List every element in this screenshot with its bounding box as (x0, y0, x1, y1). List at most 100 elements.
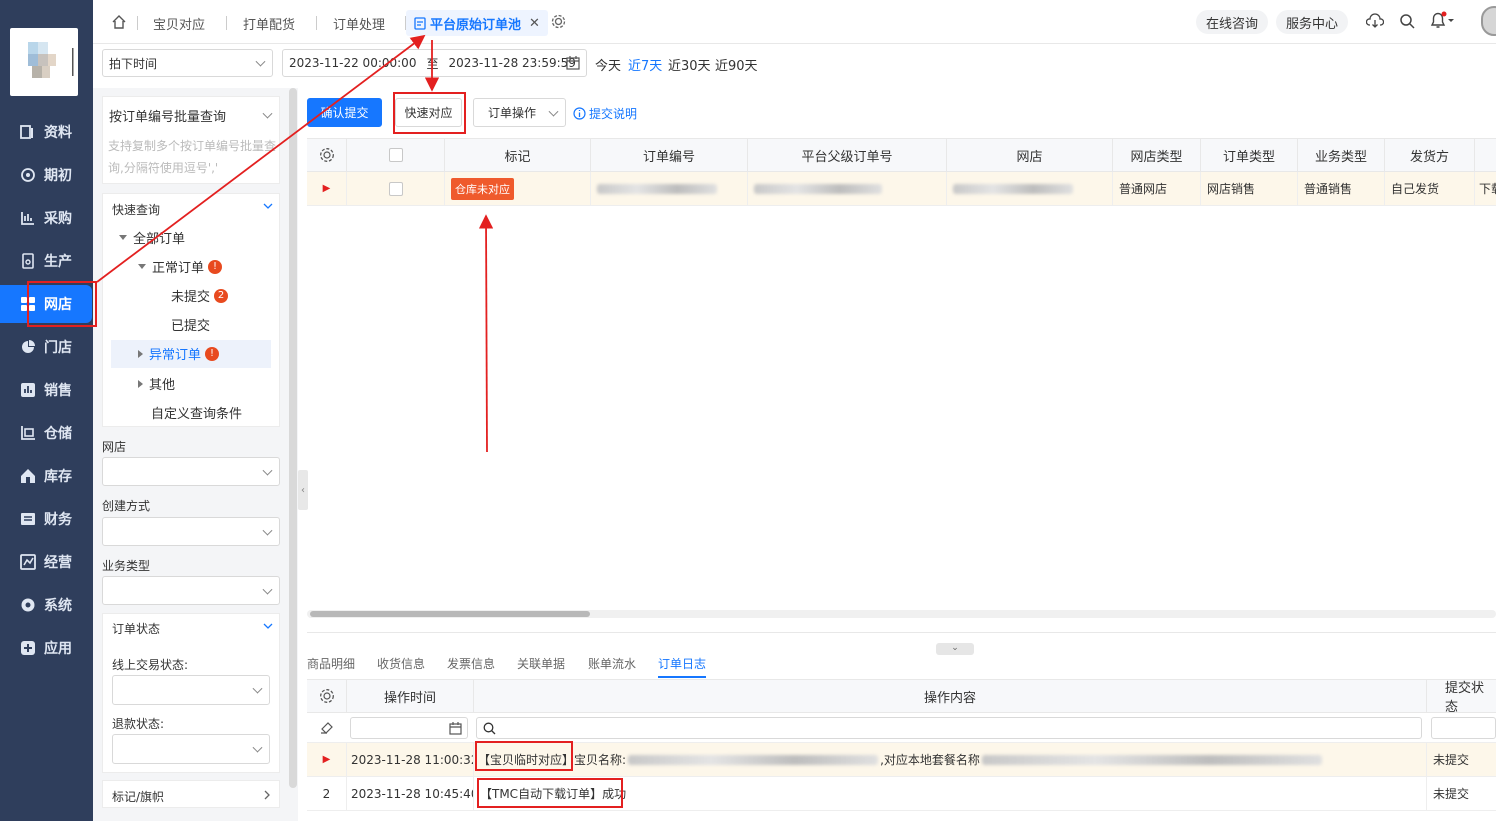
sidebar-item-10[interactable]: 经营 (0, 543, 93, 581)
col-header-biz-type[interactable]: 业务类型 (1298, 138, 1385, 172)
tree-submitted[interactable]: 已提交 (171, 315, 210, 334)
flag-panel[interactable]: 标记/旗帜 (102, 780, 280, 808)
sidebar-item-0[interactable]: 资料 (0, 113, 93, 151)
range-separator: 至 (426, 56, 439, 71)
col-header-shop-type[interactable]: 网店类型 (1113, 138, 1201, 172)
sidebar-item-2[interactable]: 采购 (0, 199, 93, 237)
tree-abnormal-orders[interactable]: 异常订单! (138, 344, 220, 363)
gear-icon[interactable] (319, 688, 335, 704)
sidebar-item-6[interactable]: 销售 (0, 371, 93, 409)
collapse-panel-handle[interactable]: ‹ (298, 470, 308, 510)
sidebar-item-11[interactable]: 系统 (0, 586, 93, 624)
split-collapse-handle[interactable]: ⌄ (936, 643, 974, 655)
create-method-select[interactable] (102, 517, 280, 546)
sidebar-item-8[interactable]: 库存 (0, 457, 93, 495)
log-col-time[interactable]: 操作时间 (347, 679, 474, 713)
log-tag: 【宝贝临时对应】 (478, 753, 575, 767)
shop-select[interactable] (102, 457, 280, 486)
search-icon[interactable] (1399, 13, 1415, 29)
row-checkbox-cell[interactable] (347, 172, 445, 205)
select-all-checkbox[interactable] (388, 148, 403, 162)
log-status-filter[interactable] (1431, 717, 1496, 739)
quick-today[interactable]: 今天 (595, 55, 621, 74)
mark-cell: 仓库未对应 (445, 172, 591, 205)
col-header-parent-order[interactable]: 平台父级订单号 (748, 138, 947, 172)
avatar[interactable] (1481, 6, 1496, 36)
order-ops-dropdown[interactable]: 订单操作 (473, 98, 566, 127)
sidebar-item-5[interactable]: 门店 (0, 328, 93, 366)
bar-chart-icon (20, 382, 36, 398)
col-header-mark[interactable]: 标记 (445, 138, 591, 172)
close-icon[interactable]: ✕ (529, 16, 540, 31)
shop-filter-label: 网店 (102, 440, 127, 454)
tree-custom-query[interactable]: 自定义查询条件 (151, 403, 242, 422)
overflow-cell: 下载 (1479, 182, 1496, 196)
batch-query-input[interactable]: 支持复制多个按订单编号批量查询,分隔符使用逗号',' (108, 135, 278, 179)
row-indicator-icon: ▶ (307, 172, 347, 205)
tab-order-process[interactable]: 订单处理 (333, 10, 385, 36)
date-range-picker[interactable]: 2023-11-22 00:00:00 至 2023-11-28 23:59:5… (282, 49, 587, 77)
online-consult-button[interactable]: 在线咨询 (1196, 10, 1269, 34)
col-header-shipper[interactable]: 发货方 (1385, 138, 1475, 172)
col-header-order-type[interactable]: 订单类型 (1201, 138, 1298, 172)
trade-status-select[interactable] (112, 675, 270, 705)
time-type-select[interactable]: 拍下时间 (102, 49, 273, 77)
grid-settings-cell[interactable] (307, 138, 347, 172)
chevron-up-icon[interactable] (263, 203, 273, 210)
tree-normal-orders[interactable]: 正常订单! (138, 257, 223, 276)
left-panel-scrollbar[interactable] (289, 88, 297, 788)
sidebar-item-3[interactable]: 生产 (0, 242, 93, 280)
select-all-cell[interactable] (347, 138, 445, 172)
tab-raw-order-pool[interactable]: 平台原始订单池 ✕ (406, 10, 548, 36)
confirm-submit-button[interactable]: 确认提交 (307, 98, 382, 127)
parent-order-cell (748, 172, 947, 205)
tab-billing[interactable]: 账单流水 (588, 655, 636, 672)
quick-7-days[interactable]: 近7天 (628, 55, 662, 74)
cloud-download-icon[interactable] (1366, 13, 1384, 29)
sidebar-item-9[interactable]: 财务 (0, 500, 93, 538)
log-col-content[interactable]: 操作内容 (474, 679, 1427, 713)
tab-pick-pack[interactable]: 打单配货 (243, 10, 295, 36)
redacted-package-name (981, 754, 1322, 765)
tab-invoice[interactable]: 发票信息 (447, 655, 495, 672)
biz-type-select[interactable] (102, 576, 280, 605)
log-content-filter[interactable] (476, 717, 1422, 739)
service-center-button[interactable]: 服务中心 (1276, 10, 1349, 34)
tree-all-orders[interactable]: 全部订单 (119, 228, 185, 247)
home-icon[interactable] (111, 14, 127, 30)
chevron-up-icon[interactable] (263, 623, 273, 630)
submit-help-link[interactable]: 提交说明 (573, 105, 637, 122)
col-header-shop[interactable]: 网店 (947, 138, 1113, 172)
tab-item-detail[interactable]: 商品明细 (307, 655, 355, 672)
clear-filter-icon[interactable] (319, 720, 334, 735)
log-settings-cell[interactable] (307, 679, 347, 713)
sidebar-item-4[interactable]: 网店 (0, 285, 92, 323)
tree-unsubmitted[interactable]: 未提交 2 (171, 286, 229, 305)
sidebar-item-1[interactable]: 期初 (0, 156, 93, 194)
tab-related[interactable]: 关联单据 (517, 655, 565, 672)
calendar-icon (449, 722, 462, 735)
chevron-down-icon[interactable] (262, 108, 273, 119)
tab-receiver[interactable]: 收货信息 (377, 655, 425, 672)
bell-icon[interactable] (1429, 11, 1457, 31)
log-col-status[interactable]: 提交状态 (1427, 679, 1496, 715)
quick-match-button[interactable]: 快速对应 (395, 98, 462, 127)
tab-order-log[interactable]: 订单日志 (658, 655, 706, 672)
tab-raw-order-pool-label: 平台原始订单池 (430, 17, 522, 33)
shop-icon (20, 296, 36, 312)
tree-other[interactable]: 其他 (138, 374, 175, 393)
gear-icon[interactable] (551, 14, 566, 29)
refund-status-select[interactable] (112, 734, 270, 764)
col-header-order-no[interactable]: 订单编号 (591, 138, 748, 172)
sidebar-item-7[interactable]: 仓储 (0, 414, 93, 452)
quick-30-days[interactable]: 近30天 (668, 55, 711, 74)
grid-horizontal-scrollbar[interactable] (310, 611, 590, 617)
log-time-filter[interactable] (350, 717, 468, 739)
quick-90-days[interactable]: 近90天 (715, 55, 758, 74)
row-checkbox[interactable] (388, 181, 403, 196)
tab-item-match[interactable]: 宝贝对应 (153, 10, 205, 36)
sidebar-item-label: 经营 (44, 555, 72, 571)
sidebar-item-12[interactable]: 应用 (0, 629, 93, 667)
gear-icon[interactable] (319, 147, 335, 163)
purchase-icon (20, 210, 36, 226)
